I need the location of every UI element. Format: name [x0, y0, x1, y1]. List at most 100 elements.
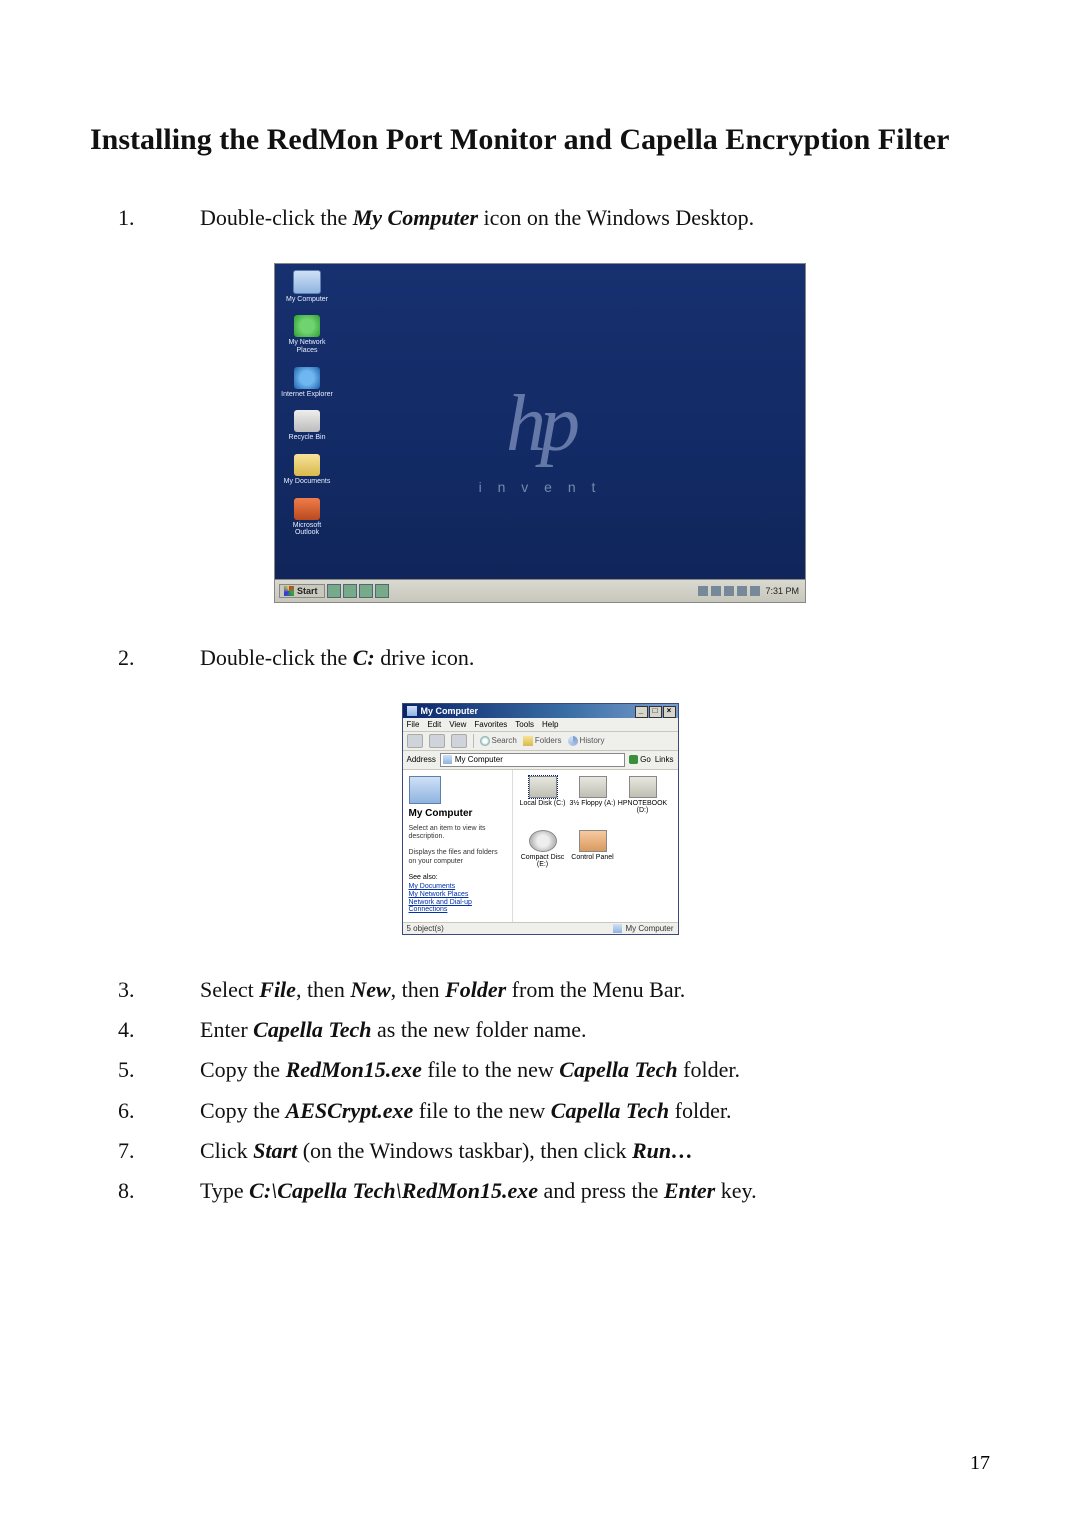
go-button[interactable]: Go [629, 755, 651, 764]
recycle-bin-icon [294, 410, 320, 432]
menu-edit[interactable]: Edit [427, 720, 441, 729]
leftpane-icon [409, 776, 441, 804]
step-1: 1. Double-click the My Computer icon on … [90, 201, 990, 235]
quicklaunch-icon[interactable] [359, 584, 373, 598]
page-number: 17 [970, 1452, 990, 1475]
menu-tools[interactable]: Tools [515, 720, 534, 729]
desktop-icon-ie[interactable]: Internet Explorer [281, 367, 333, 399]
step-2: 2. Double-click the C: drive icon. [90, 641, 990, 675]
bold-run: Capella Tech [559, 1057, 677, 1082]
address-icon [443, 755, 452, 764]
tray-icon[interactable] [724, 586, 734, 596]
taskbar-left: Start [279, 584, 389, 598]
toolbar-search[interactable]: Search [480, 736, 517, 746]
maximize-button[interactable]: □ [649, 706, 662, 718]
leftpane-link-network[interactable]: My Network Places [409, 891, 506, 898]
text-run: , then [391, 977, 445, 1002]
bold-run: Capella Tech [551, 1098, 669, 1123]
titlebar-icon [407, 706, 417, 716]
ie-icon [294, 367, 320, 389]
history-icon [568, 736, 578, 746]
taskbar-clock: 7:31 PM [763, 586, 801, 596]
leftpane-link-documents[interactable]: My Documents [409, 883, 506, 890]
folders-icon [523, 736, 533, 746]
links-label[interactable]: Links [655, 755, 674, 764]
bold-run: File [259, 977, 296, 1002]
forward-button[interactable] [429, 734, 445, 748]
menu-view[interactable]: View [449, 720, 466, 729]
tray-icon[interactable] [711, 586, 721, 596]
step-3: 3. Select File, then New, then Folder fr… [90, 973, 990, 1007]
toolbar-history[interactable]: History [568, 736, 605, 746]
right-pane: Local Disk (C:) 3½ Floppy (A:) HPNOTEBOO… [513, 770, 678, 923]
toolbar-folders[interactable]: Folders [523, 736, 562, 746]
control-panel[interactable]: Control Panel [569, 830, 617, 880]
desktop-icon-my-computer[interactable]: My Computer [281, 270, 333, 304]
text-run: file to the new [413, 1098, 550, 1123]
desktop-icon-my-documents[interactable]: My Documents [281, 454, 333, 486]
bold-run: C:\Capella Tech\RedMon15.exe [249, 1178, 538, 1203]
text-run: drive icon. [375, 645, 475, 670]
menu-file[interactable]: File [407, 720, 420, 729]
menu-favorites[interactable]: Favorites [474, 720, 507, 729]
go-icon [629, 755, 638, 764]
menu-help[interactable]: Help [542, 720, 558, 729]
step-text: Double-click the C: drive icon. [200, 641, 990, 675]
step-text: Enter Capella Tech as the new folder nam… [200, 1013, 990, 1047]
steps-list-cont2: 3. Select File, then New, then Folder fr… [90, 973, 990, 1208]
text-run: file to the new [422, 1057, 559, 1082]
step-number: 2. [90, 641, 200, 675]
quicklaunch-icon[interactable] [343, 584, 357, 598]
icon-label: Internet Explorer [281, 391, 333, 399]
desktop-icon-recycle-bin[interactable]: Recycle Bin [281, 410, 333, 442]
drive-cd[interactable]: Compact Disc (E:) [519, 830, 567, 880]
text-run: Select [200, 977, 259, 1002]
drive-c[interactable]: Local Disk (C:) [519, 776, 567, 826]
close-button[interactable]: × [663, 706, 676, 718]
tray-icon[interactable] [698, 586, 708, 596]
cd-icon [529, 830, 557, 852]
bold-run: Run… [632, 1138, 693, 1163]
window-body: My Computer Select an item to view its d… [403, 770, 678, 923]
tray-icon[interactable] [737, 586, 747, 596]
drive-label: HPNOTEBOOK (D:) [618, 800, 667, 814]
desktop-icon-network-places[interactable]: My Network Places [281, 315, 333, 354]
taskbar: Start 7:31 PM [275, 579, 805, 602]
step-4: 4. Enter Capella Tech as the new folder … [90, 1013, 990, 1047]
drive-icon [579, 776, 607, 798]
steps-list: 1. Double-click the My Computer icon on … [90, 201, 990, 235]
step-number: 6. [90, 1094, 200, 1128]
step-6: 6. Copy the AESCrypt.exe file to the new… [90, 1094, 990, 1128]
back-button[interactable] [407, 734, 423, 748]
text-run: from the Menu Bar. [506, 977, 685, 1002]
step-text: Copy the RedMon15.exe file to the new Ca… [200, 1053, 990, 1087]
window-buttons: _ □ × [635, 706, 676, 718]
status-icon [613, 924, 622, 933]
step-text: Click Start (on the Windows taskbar), th… [200, 1134, 990, 1168]
address-field[interactable]: My Computer [440, 753, 625, 767]
up-button[interactable] [451, 734, 467, 748]
minimize-button[interactable]: _ [635, 706, 648, 718]
text-run: Type [200, 1178, 249, 1203]
control-panel-icon [579, 830, 607, 852]
drive-d[interactable]: HPNOTEBOOK (D:) [619, 776, 667, 826]
bold-run: C: [353, 645, 375, 670]
leftpane-link-dialup[interactable]: Network and Dial-up Connections [409, 899, 506, 913]
page: Installing the RedMon Port Monitor and C… [0, 0, 1080, 1529]
bold-run: Capella Tech [253, 1017, 371, 1042]
quicklaunch-icon[interactable] [375, 584, 389, 598]
drive-label: Compact Disc (E:) [519, 854, 567, 868]
step-text: Type C:\Capella Tech\RedMon15.exe and pr… [200, 1174, 990, 1208]
drive-floppy[interactable]: 3½ Floppy (A:) [569, 776, 617, 826]
start-button[interactable]: Start [279, 584, 325, 598]
desktop-icon-outlook[interactable]: Microsoft Outlook [281, 498, 333, 537]
text-run: key. [715, 1178, 756, 1203]
wallpaper-slogan: i n v e n t [479, 479, 602, 495]
text-run: Copy the [200, 1098, 286, 1123]
screenshot-mycomputer: My Computer _ □ × File Edit View Favorit… [402, 703, 679, 936]
status-bar: 5 object(s) My Computer [403, 922, 678, 934]
tray-icon[interactable] [750, 586, 760, 596]
status-right: My Computer [613, 924, 673, 933]
quicklaunch-icon[interactable] [327, 584, 341, 598]
text-run: Click [200, 1138, 253, 1163]
